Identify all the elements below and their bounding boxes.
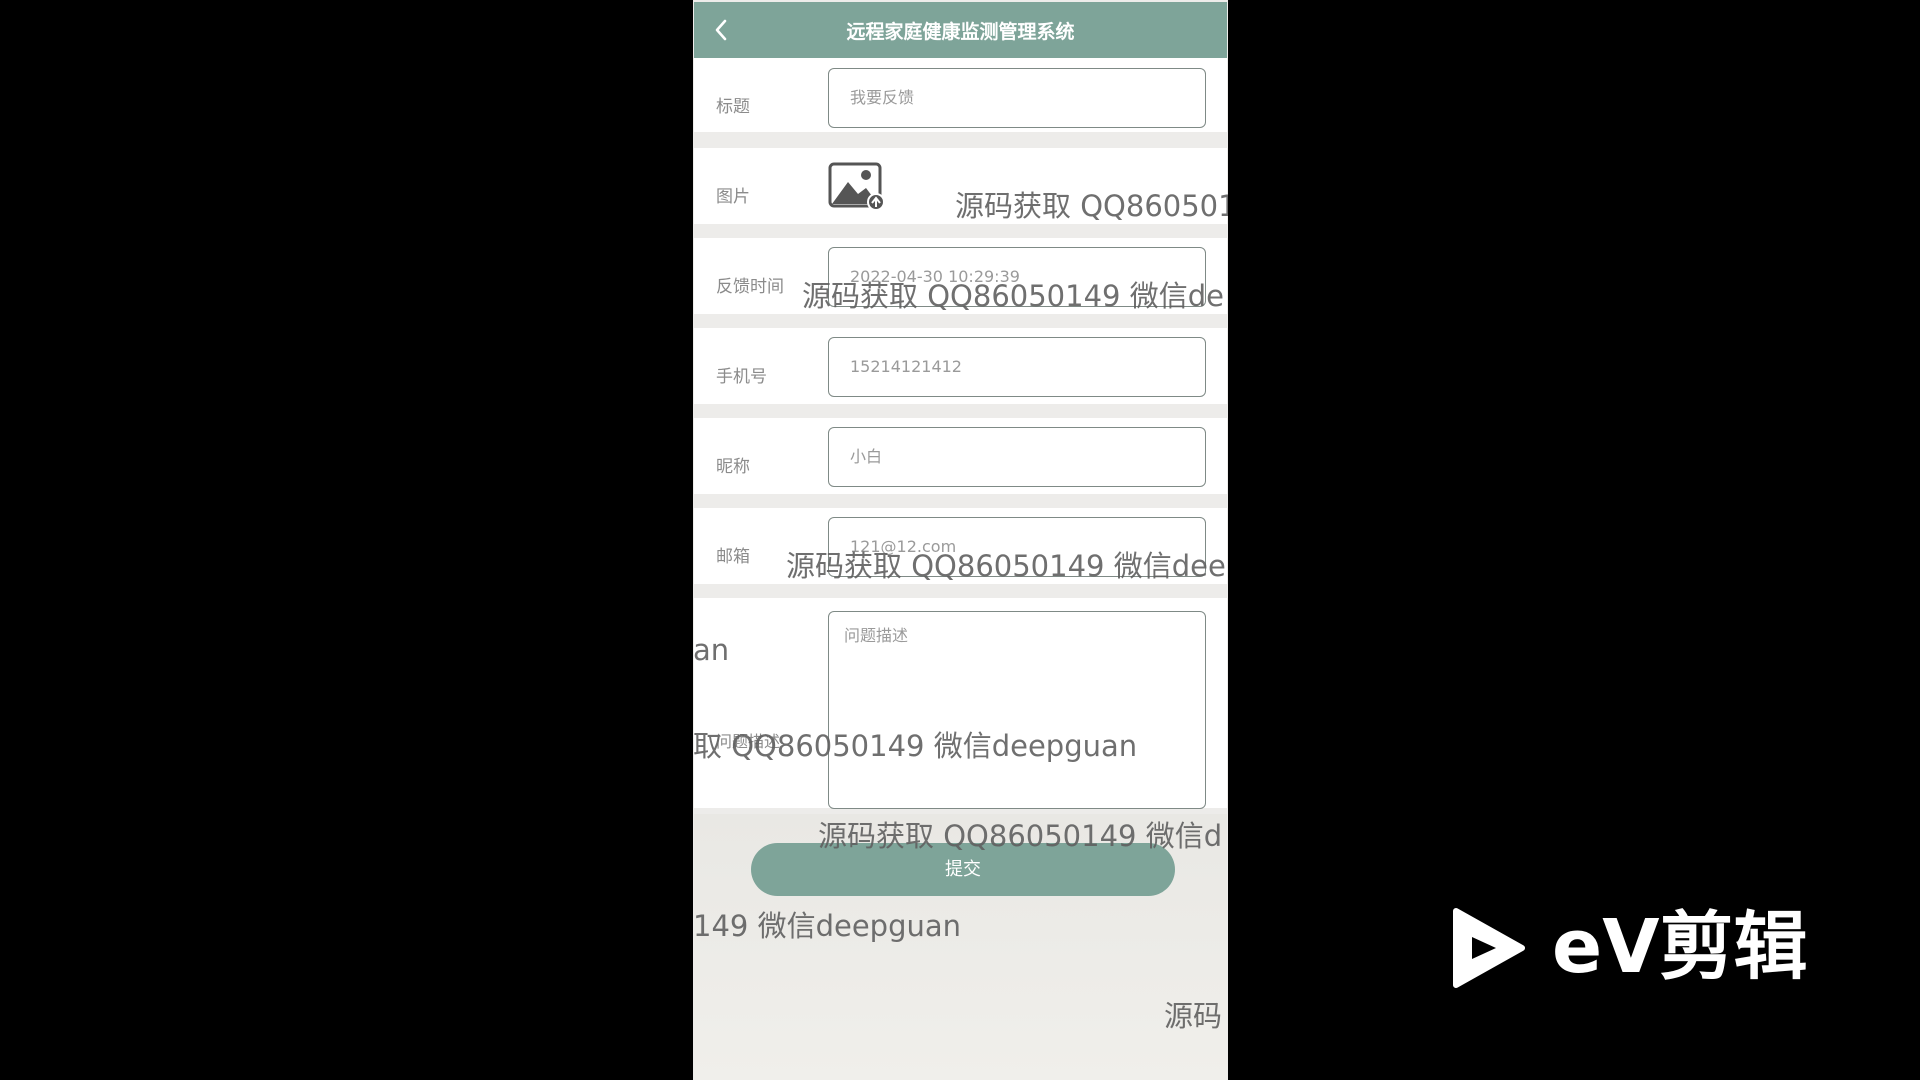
watermark-text: 源码获取 QQ86050149 微信de: [802, 279, 1224, 313]
image-upload-icon[interactable]: [828, 162, 886, 212]
watermark-text: 源码: [1164, 999, 1223, 1033]
form-row-phone: 手机号 15214121412: [694, 328, 1227, 404]
watermark-text: an: [693, 633, 730, 667]
description-textarea[interactable]: 问题描述: [828, 611, 1206, 809]
feedback-form: 标题 我要反馈 图片 反馈时间 2022-04-30 10:29:39 手机号 …: [694, 58, 1227, 822]
phone-input[interactable]: 15214121412: [828, 337, 1206, 397]
watermark-text: 源码获取 QQ86050149 微信d: [818, 819, 1223, 853]
form-row-nickname: 昵称 小白: [694, 418, 1227, 494]
watermark-text: 源码获取 QQ86050149 微信dee: [786, 549, 1226, 583]
nickname-input[interactable]: 小白: [828, 427, 1206, 487]
ev-logo: eV剪辑: [1448, 902, 1848, 992]
page-title: 远程家庭健康监测管理系统: [846, 21, 1075, 43]
watermark-text: 取 QQ86050149 微信deepguan: [693, 729, 1138, 763]
title-input[interactable]: 我要反馈: [828, 68, 1206, 128]
watermark-text: 149 微信deepguan: [693, 909, 962, 943]
image-label: 图片: [716, 187, 750, 207]
form-row-description: 问题描述 问题描述: [694, 598, 1227, 809]
nickname-label: 昵称: [716, 457, 750, 477]
form-row-title: 标题 我要反馈: [694, 58, 1227, 132]
top-navigation-bar: 远程家庭健康监测管理系统: [694, 2, 1227, 58]
time-label: 反馈时间: [716, 277, 784, 297]
phone-label: 手机号: [716, 367, 767, 387]
logo-text: eV剪辑: [1552, 904, 1808, 990]
watermark-text: 源码获取 QQ86050149: [955, 189, 1228, 223]
title-label: 标题: [716, 97, 750, 117]
email-label: 邮箱: [716, 547, 750, 567]
play-logo-icon: [1453, 908, 1525, 988]
